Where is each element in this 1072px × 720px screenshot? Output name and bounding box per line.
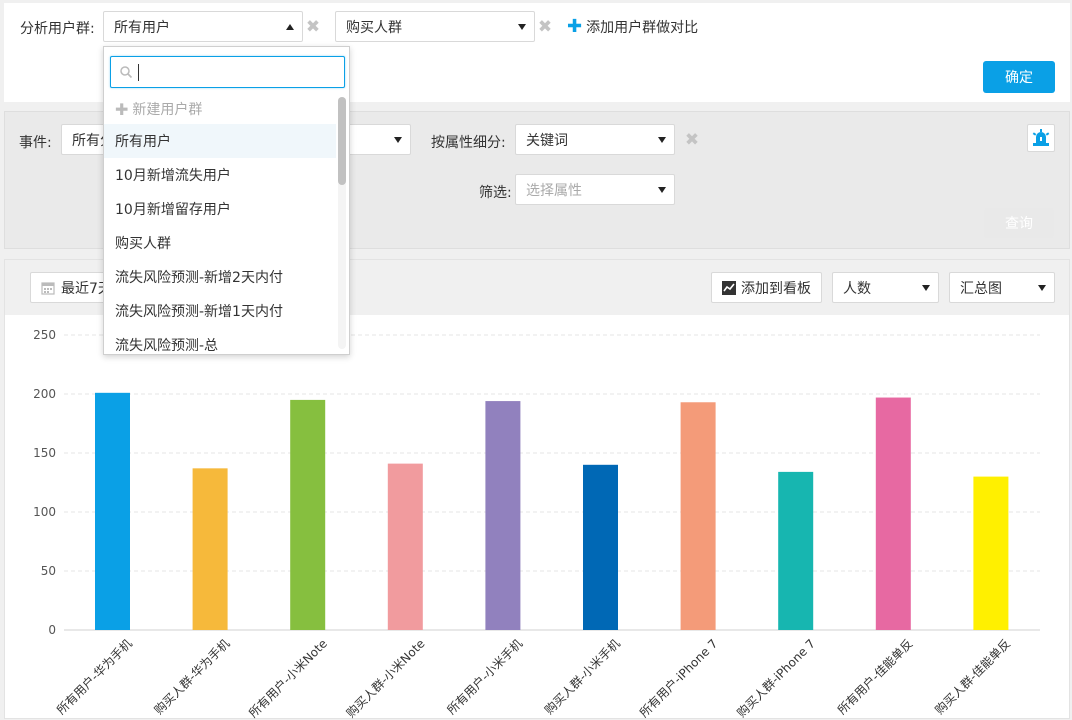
dropdown-item[interactable]: 流失风险预测-总: [104, 328, 336, 354]
user-group-select-1-value: 所有用户: [114, 19, 170, 36]
filter-label: 筛选:: [479, 185, 512, 201]
event-label: 事件:: [19, 135, 52, 151]
confirm-button[interactable]: 确定: [983, 61, 1055, 93]
add-to-board-button[interactable]: 添加到看板: [711, 272, 822, 303]
dropdown-scrollbar-thumb[interactable]: [338, 97, 346, 185]
metric-select[interactable]: 人数: [832, 272, 939, 303]
add-to-board-label: 添加到看板: [741, 280, 811, 297]
dropdown-item[interactable]: 所有用户: [104, 124, 336, 158]
add-compare-link[interactable]: ✚ 添加用户群做对比: [567, 17, 698, 37]
plus-icon: ✚: [567, 16, 583, 37]
chart-view-select[interactable]: 汇总图: [949, 272, 1055, 303]
text-cursor: [138, 64, 139, 81]
dropdown-search-input[interactable]: [110, 56, 345, 88]
line-chart-icon: [722, 280, 736, 295]
create-user-group-label: 新建用户群: [132, 102, 203, 118]
user-group-select-2-value: 购买人群: [346, 19, 402, 36]
metric-select-value: 人数: [843, 280, 871, 297]
calendar-icon: [41, 281, 55, 295]
caret-down-icon: [922, 285, 930, 291]
plus-icon: ✚: [115, 99, 129, 119]
remove-breakdown-icon[interactable]: ✖: [684, 132, 700, 149]
dropdown-item[interactable]: 10月新增流失用户: [104, 158, 336, 192]
remove-group-1-icon[interactable]: ✖: [305, 19, 321, 36]
caret-up-icon: [286, 24, 294, 30]
dropdown-item[interactable]: 流失风险预测-新增1天内付: [104, 294, 336, 328]
caret-down-icon: [394, 137, 402, 143]
add-compare-label: 添加用户群做对比: [586, 20, 699, 36]
filter-select[interactable]: 选择属性: [515, 174, 675, 205]
breakdown-select[interactable]: 关键词: [515, 124, 675, 155]
analyze-label: 分析用户群:: [20, 21, 95, 37]
breakdown-select-value: 关键词: [526, 132, 568, 149]
caret-down-icon: [658, 187, 666, 193]
dropdown-item[interactable]: 10月新增留存用户: [104, 192, 336, 226]
alarm-icon: [1032, 129, 1050, 146]
alert-button[interactable]: [1027, 124, 1055, 152]
dropdown-item[interactable]: 流失风险预测-新增2天内付: [104, 260, 336, 294]
caret-down-icon: [518, 24, 526, 30]
filter-placeholder: 选择属性: [526, 182, 582, 199]
user-group-select-1[interactable]: 所有用户: [103, 11, 303, 42]
breakdown-label: 按属性细分:: [431, 135, 506, 151]
user-group-select-2[interactable]: 购买人群: [335, 11, 535, 42]
create-user-group-item[interactable]: ✚ 新建用户群: [104, 92, 336, 126]
user-group-dropdown: ✚ 新建用户群 所有用户 10月新增流失用户 10月新增留存用户 购买人群 流失…: [103, 46, 350, 355]
search-icon: [120, 66, 133, 79]
dropdown-item[interactable]: 购买人群: [104, 226, 336, 260]
chart-view-select-value: 汇总图: [960, 280, 1002, 297]
query-button[interactable]: 查询: [984, 208, 1054, 238]
caret-down-icon: [658, 137, 666, 143]
remove-group-2-icon[interactable]: ✖: [537, 19, 553, 36]
caret-down-icon: [1038, 285, 1046, 291]
